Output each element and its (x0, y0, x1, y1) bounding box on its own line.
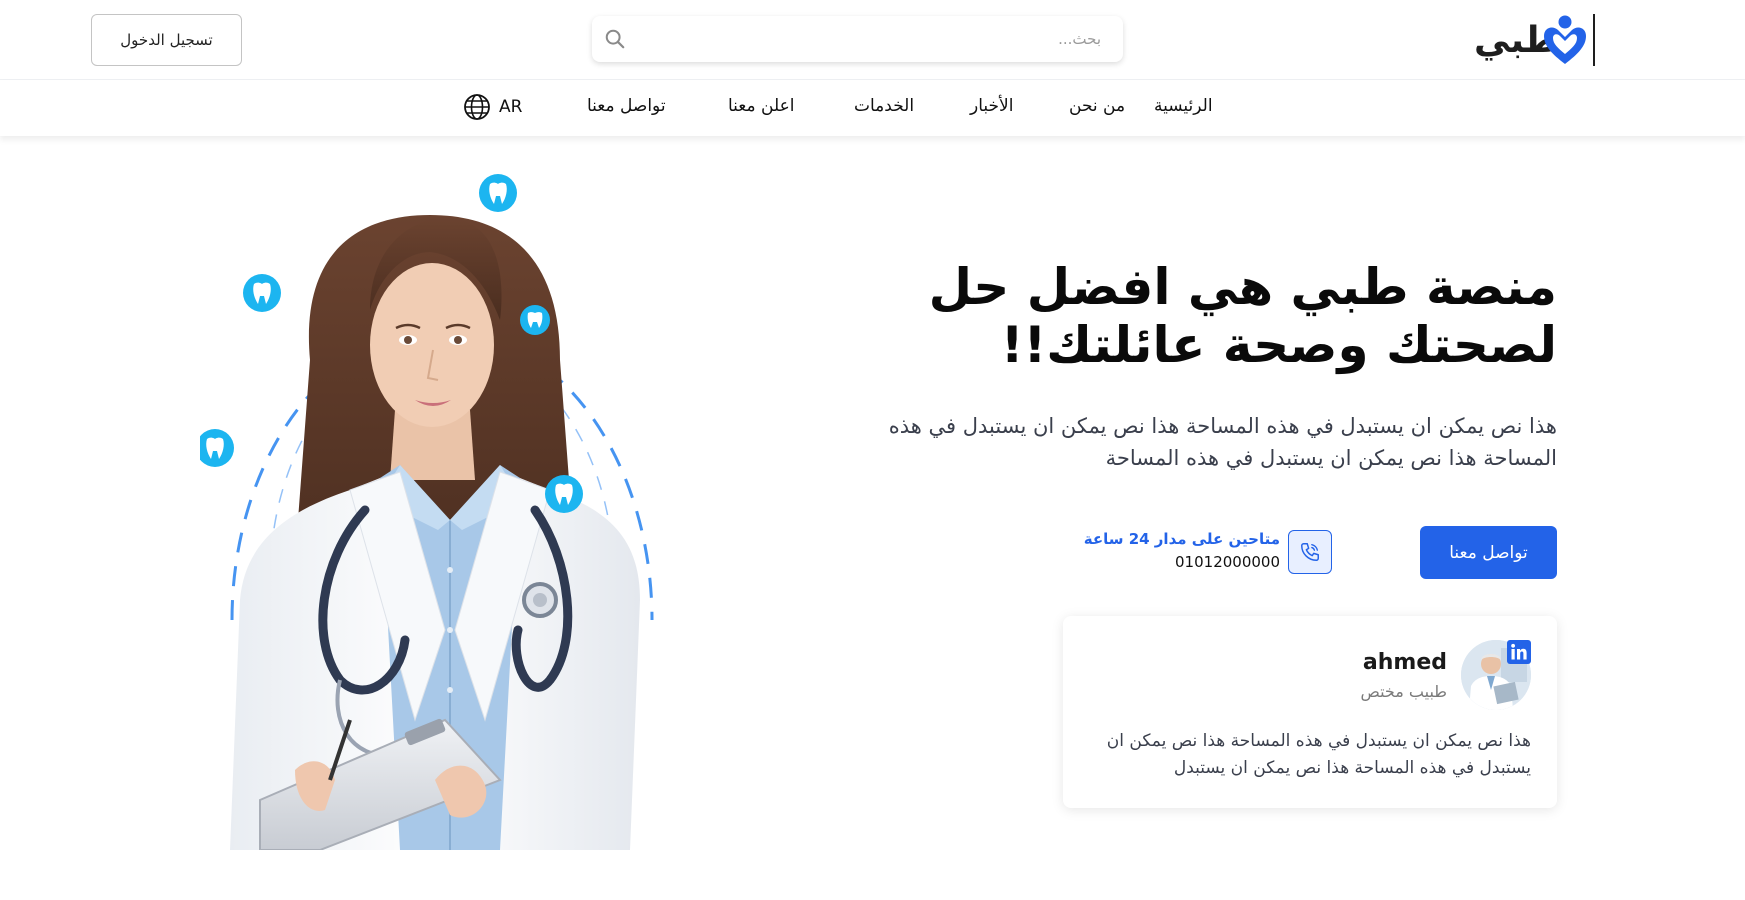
hero-title: منصة طبي هي افضل حل لصحتك وصحة عائلتك!! (837, 258, 1557, 374)
language-code: AR (499, 97, 523, 117)
reviewer-role: طبيب مختص (1360, 682, 1447, 701)
nav-item-contact[interactable]: تواصل معنا (587, 96, 666, 116)
search-bar (592, 16, 1123, 62)
doctor-review-card: ahmed طبيب مختص هذا نص يمكن ان يستبدل في… (1063, 616, 1557, 808)
phone-icon (1301, 543, 1319, 561)
search-input[interactable] (661, 16, 1101, 62)
reviewer-name: ahmed (1362, 650, 1447, 675)
tooth-badge (479, 174, 517, 212)
hero-title-line-2: لصحتك وصحة عائلتك!! (1000, 316, 1557, 374)
doctor-illustration (200, 174, 654, 850)
logo-divider (1593, 14, 1595, 66)
availability-label: متاحين على مدار 24 ساعة (1083, 530, 1280, 548)
contact-us-button[interactable]: تواصل معنا (1420, 526, 1557, 579)
phone-call-button[interactable] (1288, 530, 1332, 574)
nav-item-services[interactable]: الخدمات (854, 96, 914, 116)
hero-title-line-1: منصة طبي هي افضل حل (928, 258, 1557, 316)
nav-item-news[interactable]: الأخبار (970, 96, 1013, 116)
login-button[interactable]: تسجيل الدخول (91, 14, 242, 66)
site-logo[interactable]: طبي (1470, 12, 1598, 68)
search-icon[interactable] (604, 28, 626, 50)
globe-icon (464, 94, 490, 120)
nav-item-advertise[interactable]: اعلن معنا (728, 96, 794, 116)
nav-item-home[interactable]: الرئيسية (1154, 96, 1213, 116)
top-header: طبي تسجيل الدخول (0, 0, 1745, 80)
review-text: هذا نص يمكن ان يستبدل في هذه المساحة هذا… (1106, 731, 1531, 778)
main-nav: الرئيسية من نحن الأخبار الخدمات اعلن معن… (0, 80, 1745, 136)
phone-number[interactable]: 01012000000 (1175, 553, 1280, 571)
language-switcher[interactable]: AR (463, 92, 522, 122)
heart-hands-logo-icon (1544, 15, 1586, 64)
linkedin-icon[interactable] (1507, 640, 1531, 664)
hero-illustration (200, 160, 700, 850)
nav-item-about[interactable]: من نحن (1069, 96, 1125, 116)
hero-description: هذا نص يمكن ان يستبدل في هذه المساحة هذا… (888, 414, 1557, 470)
